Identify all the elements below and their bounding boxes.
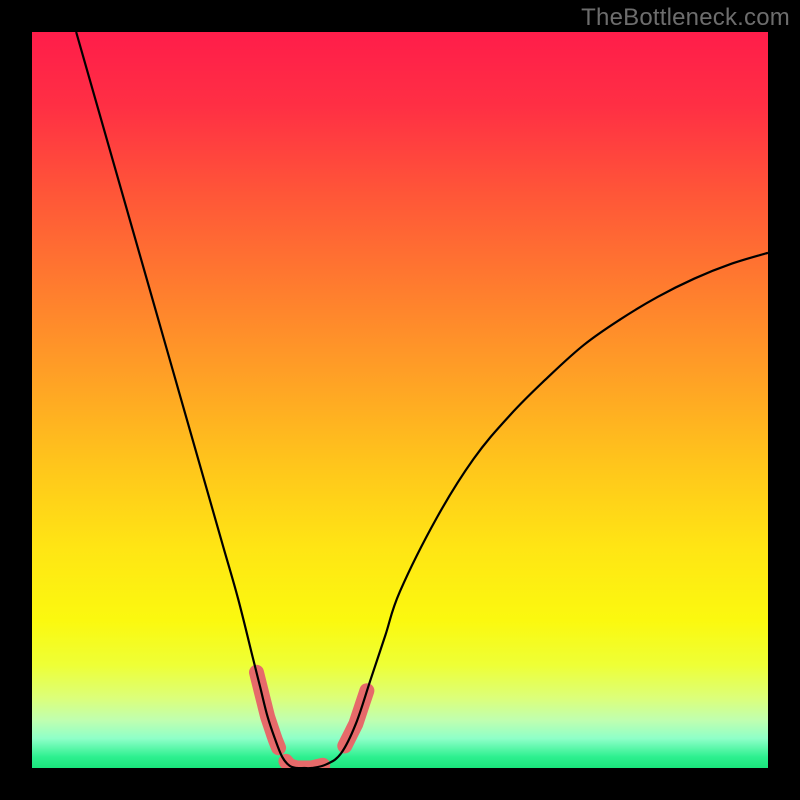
chart-frame: TheBottleneck.com: [0, 0, 800, 800]
plot-area: [32, 32, 768, 768]
bottleneck-chart: [32, 32, 768, 768]
gradient-background: [32, 32, 768, 768]
watermark-text: TheBottleneck.com: [581, 4, 790, 32]
